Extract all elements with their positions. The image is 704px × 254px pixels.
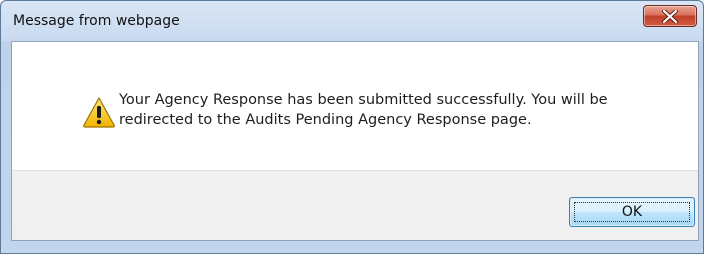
ok-button-label: OK — [621, 204, 643, 220]
close-icon — [662, 10, 678, 23]
dialog-title: Message from webpage — [13, 13, 180, 29]
title-bar[interactable]: Message from webpage — [1, 1, 703, 41]
dialog-window: Message from webpage Your Agency Respons… — [0, 0, 704, 254]
close-button[interactable] — [643, 5, 697, 27]
ok-button[interactable]: OK — [569, 197, 695, 227]
button-bar: OK — [12, 170, 698, 240]
warning-icon — [83, 97, 115, 128]
message-area: Your Agency Response has been submitted … — [12, 42, 698, 170]
dialog-body: Your Agency Response has been submitted … — [11, 41, 699, 241]
message-text: Your Agency Response has been submitted … — [119, 92, 608, 128]
